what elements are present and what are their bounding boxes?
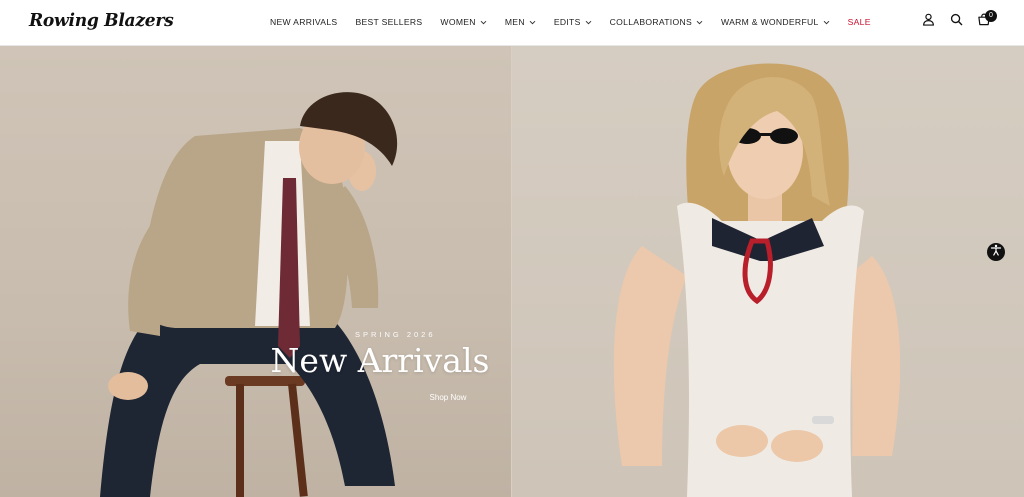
nav-new-arrivals[interactable]: NEW ARRIVALS — [270, 17, 337, 27]
cart-count-badge: 0 — [985, 10, 997, 22]
account-button[interactable] — [914, 8, 942, 36]
main-nav: NEW ARRIVALS BEST SELLERS WOMEN MEN EDIT… — [270, 0, 871, 44]
brand-logo[interactable]: Rowing Blazers — [29, 10, 174, 32]
nav-collaborations[interactable]: COLLABORATIONS — [610, 17, 703, 27]
accessibility-icon — [990, 243, 1002, 261]
hero-headline: New Arrivals — [270, 341, 490, 380]
hero-image-women — [613, 63, 901, 497]
shop-now-link[interactable]: Shop Now — [430, 393, 467, 402]
nav-label: SALE — [847, 17, 871, 27]
chevron-down-icon — [823, 19, 830, 26]
nav-sale[interactable]: SALE — [848, 17, 871, 27]
nav-women[interactable]: WOMEN — [440, 17, 487, 27]
nav-label: WOMEN — [440, 17, 476, 27]
nav-label: MEN — [504, 17, 525, 27]
hero-eyebrow: SPRING 2026 — [355, 330, 436, 339]
chevron-down-icon — [585, 19, 592, 26]
cart-button[interactable]: 0 — [970, 8, 998, 36]
accessibility-button[interactable] — [987, 243, 1005, 261]
chevron-down-icon — [696, 19, 703, 26]
hero-text-block: SPRING 2026 New Arrivals Shop Now — [260, 330, 500, 405]
nav-label: COLLABORATIONS — [609, 17, 692, 27]
nav-warm-and-wonderful[interactable]: WARM & WONDERFUL — [721, 17, 830, 27]
nav-edits[interactable]: EDITS — [554, 17, 592, 27]
site-header: Rowing Blazers NEW ARRIVALS BEST SELLERS… — [0, 0, 1024, 46]
header-icons: 0 — [914, 0, 998, 44]
hero-image-men — [100, 92, 398, 497]
chevron-down-icon — [529, 19, 536, 26]
search-icon — [950, 13, 963, 31]
user-icon — [922, 13, 935, 31]
hero-panel-men[interactable]: SPRING 2026 New Arrivals Shop Now — [0, 46, 511, 497]
hero-panel-women[interactable] — [511, 46, 1024, 497]
nav-label: EDITS — [553, 17, 581, 27]
nav-best-sellers[interactable]: BEST SELLERS — [355, 17, 422, 27]
hero-banner: SPRING 2026 New Arrivals Shop Now — [0, 46, 1024, 497]
nav-label: BEST SELLERS — [355, 17, 423, 27]
search-button[interactable] — [942, 8, 970, 36]
chevron-down-icon — [480, 19, 487, 26]
nav-label: WARM & WONDERFUL — [721, 17, 819, 27]
nav-label: NEW ARRIVALS — [270, 17, 338, 27]
nav-men[interactable]: MEN — [505, 17, 536, 27]
